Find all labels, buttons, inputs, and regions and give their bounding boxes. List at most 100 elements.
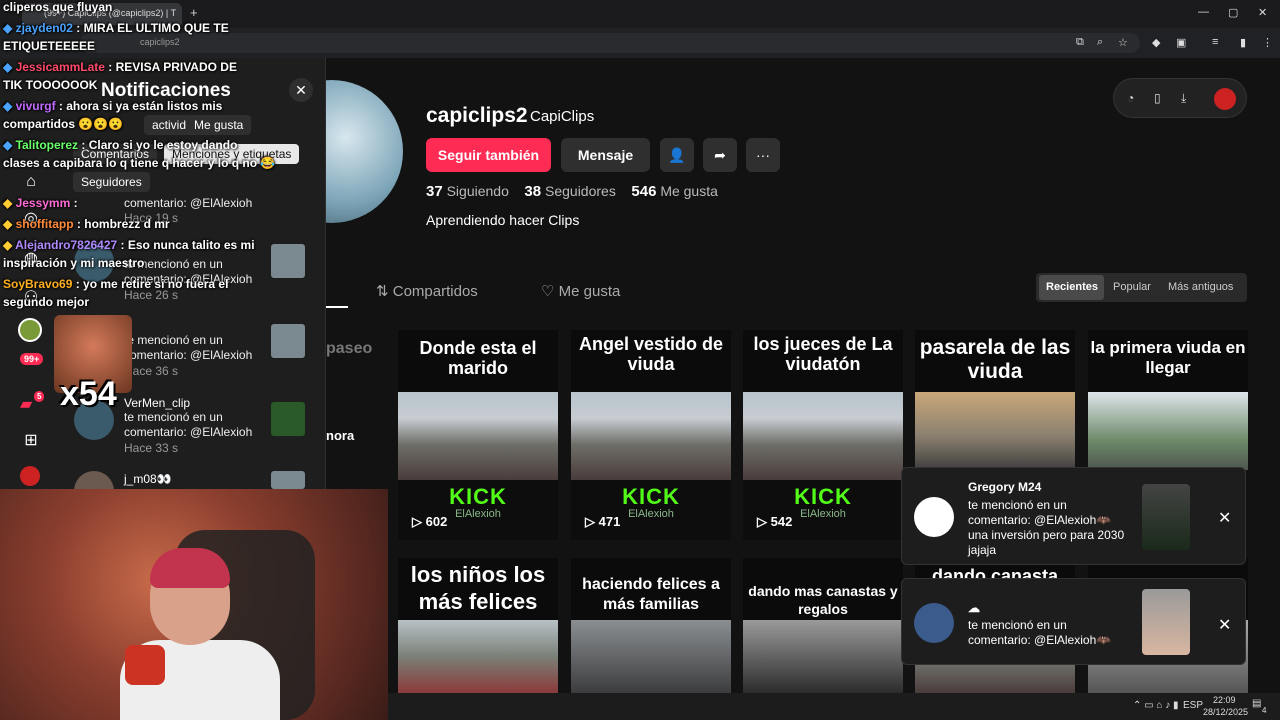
video-card[interactable]: haciendo felices a más familias — [571, 558, 731, 693]
chat-message: cliperos que fluyan — [3, 0, 113, 14]
more-options-button[interactable]: ··· — [746, 138, 780, 172]
notifications-close-button[interactable]: ✕ — [289, 78, 313, 102]
video-card[interactable]: Donde esta el marido KICK ElAlexioh — [398, 330, 558, 540]
kick-banner: KICK ElAlexioh — [743, 480, 903, 540]
popup-close-button[interactable]: ✕ — [1218, 615, 1231, 635]
tab-reposts-label: Compartidos — [392, 283, 478, 300]
phone-icon[interactable]: ▯ — [1154, 91, 1161, 105]
sort-oldest[interactable]: Más antiguos — [1168, 281, 1233, 293]
kick-logo: KICK — [449, 484, 507, 509]
video-caption: los jueces de La viudatón — [753, 334, 893, 374]
message-button[interactable]: Mensaje — [561, 138, 650, 172]
chat-badge-icon: ◆ — [3, 21, 16, 35]
active-tab-underline — [326, 306, 348, 308]
gauge-icon[interactable]: ◔ — [1127, 91, 1134, 105]
live-avatar-icon[interactable] — [18, 318, 42, 342]
video-thumbnail — [915, 392, 1075, 470]
view-count-value: 471 — [598, 514, 621, 529]
video-card[interactable]: los jueces de La viudatón KICK ElAlexioh — [743, 330, 903, 540]
profile-icon[interactable]: ▮ — [1240, 36, 1246, 49]
upload-icon[interactable]: ⊞ — [20, 430, 42, 452]
profile-avatar-icon[interactable] — [20, 466, 40, 486]
followers-label[interactable]: Seguidores — [545, 183, 616, 199]
extension-icon[interactable]: ◆ — [1152, 36, 1160, 49]
play-icon: ▷ — [757, 514, 771, 529]
chat-message: : yo me retire si no fuera el — [75, 277, 229, 291]
notification-text: comentario: @ElAlexioh — [124, 348, 253, 362]
maximize-button[interactable]: ▢ — [1228, 6, 1238, 19]
video-card[interactable]: los niños los más felices — [398, 558, 558, 693]
chat-message: : MIRA EL ULTIMO QUE TE — [76, 21, 229, 35]
notification-thumbnail — [271, 471, 305, 489]
video-card[interactable]: dando mas canastas y regalos — [743, 558, 903, 693]
notification-center-icon[interactable]: ▤ — [1252, 698, 1261, 709]
popup-close-button[interactable]: ✕ — [1218, 508, 1231, 528]
bookmark-star-icon[interactable]: ☆ — [1118, 36, 1128, 49]
video-thumbnail — [571, 620, 731, 693]
popup-username: ☁ — [968, 601, 980, 615]
repost-icon: ⇅ — [376, 283, 393, 300]
notification-thumbnail — [271, 324, 305, 358]
menu-icon[interactable]: ⋮ — [1262, 36, 1273, 49]
new-tab-button[interactable]: + — [190, 5, 198, 20]
home-icon[interactable]: ⌂ — [20, 173, 42, 195]
media-icon[interactable]: ≡ — [1212, 36, 1218, 48]
tab-liked-label: Me gusta — [558, 283, 621, 300]
chat-message: clases a capibara lo q tiene q hacer y l… — [3, 156, 276, 170]
view-count: ▷ 471 — [585, 514, 620, 530]
webcam-microphone — [125, 645, 165, 685]
profile-nickname: CapiClips — [530, 108, 595, 125]
video-card[interactable]: pasarela de las viuda — [915, 330, 1075, 470]
chat-line: compartidos 😮😮😮 — [3, 115, 123, 133]
chat-line: ◆ Alejandro7826427 : Eso nunca talito es… — [3, 236, 255, 254]
minimize-button[interactable]: — — [1198, 6, 1209, 18]
add-friend-button[interactable]: 👤 — [660, 138, 694, 172]
kick-logo: KICK — [622, 484, 680, 509]
follow-back-button[interactable]: Seguir también — [426, 138, 551, 172]
view-count: ▷ 602 — [412, 514, 447, 530]
chat-username: JessicammLate — [15, 60, 105, 74]
chat-line: ◆ shoffitapp : hombrezz d mr — [3, 215, 170, 233]
address-bar[interactable] — [80, 33, 1140, 53]
chat-message: segundo mejor — [3, 295, 90, 309]
popup-thumbnail — [1142, 589, 1190, 655]
video-thumbnail — [571, 392, 731, 480]
chat-line: cliperos que fluyan — [3, 0, 112, 16]
video-card[interactable]: la primera viuda en llegar — [1088, 330, 1248, 470]
download-icon[interactable]: ⤓ — [1181, 91, 1186, 106]
chat-message: : Eso nunca talito es mi — [120, 238, 255, 252]
user-avatar-icon[interactable] — [1214, 88, 1236, 110]
clock-date[interactable]: 28/12/2025 — [1203, 707, 1248, 717]
chat-badge-icon: ◆ — [3, 217, 16, 231]
clock-time[interactable]: 22:09 — [1213, 695, 1236, 705]
chat-line: SoyBravo69 : yo me retire si no fuera el — [3, 275, 228, 293]
tab-liked[interactable]: ♡ Me gusta — [541, 282, 620, 300]
share-button[interactable]: ➦ — [703, 138, 737, 172]
puzzle-icon[interactable]: ▣ — [1176, 36, 1186, 49]
video-thumbnail — [743, 620, 903, 693]
video-caption: la primera viuda en llegar — [1090, 338, 1246, 377]
language-indicator[interactable]: ESP — [1183, 700, 1203, 711]
mention-popup[interactable]: Gregory M24 te mencionó en un comentario… — [901, 467, 1246, 565]
sort-recent[interactable]: Recientes — [1046, 281, 1098, 293]
chat-username: shoffitapp — [15, 217, 74, 231]
close-window-button[interactable]: ✕ — [1258, 6, 1267, 19]
chat-badge-icon: ◆ — [3, 138, 16, 152]
kick-logo: KICK — [794, 484, 852, 509]
chat-badge-icon: ◆ — [3, 238, 16, 252]
following-label[interactable]: Siguiendo — [447, 183, 509, 199]
mention-popup[interactable]: ☁ te mencionó en un comentario: @ElAlexi… — [901, 578, 1246, 665]
video-caption: los niños los más felices — [410, 562, 546, 614]
tray-icons[interactable]: ⌃ ▭ ⌂ ♪ ▮ — [1133, 700, 1178, 711]
filter-likes[interactable]: Me gusta — [186, 115, 252, 135]
play-icon: ▷ — [585, 514, 599, 529]
popup-line: una inversión pero para 2030 — [968, 528, 1125, 542]
sort-popular[interactable]: Popular — [1113, 281, 1151, 293]
view-count-value: 602 — [425, 514, 448, 529]
zoom-icon[interactable]: ⌕ — [1097, 36, 1103, 49]
video-card[interactable]: Angel vestido de viuda KICK ElAlexioh — [571, 330, 731, 540]
messages-icon[interactable]: ▰ — [20, 394, 32, 414]
tab-reposts[interactable]: ⇅ Compartidos — [376, 282, 478, 300]
filter-followers[interactable]: Seguidores — [73, 172, 150, 192]
cast-icon[interactable]: ⧉ — [1076, 36, 1084, 49]
